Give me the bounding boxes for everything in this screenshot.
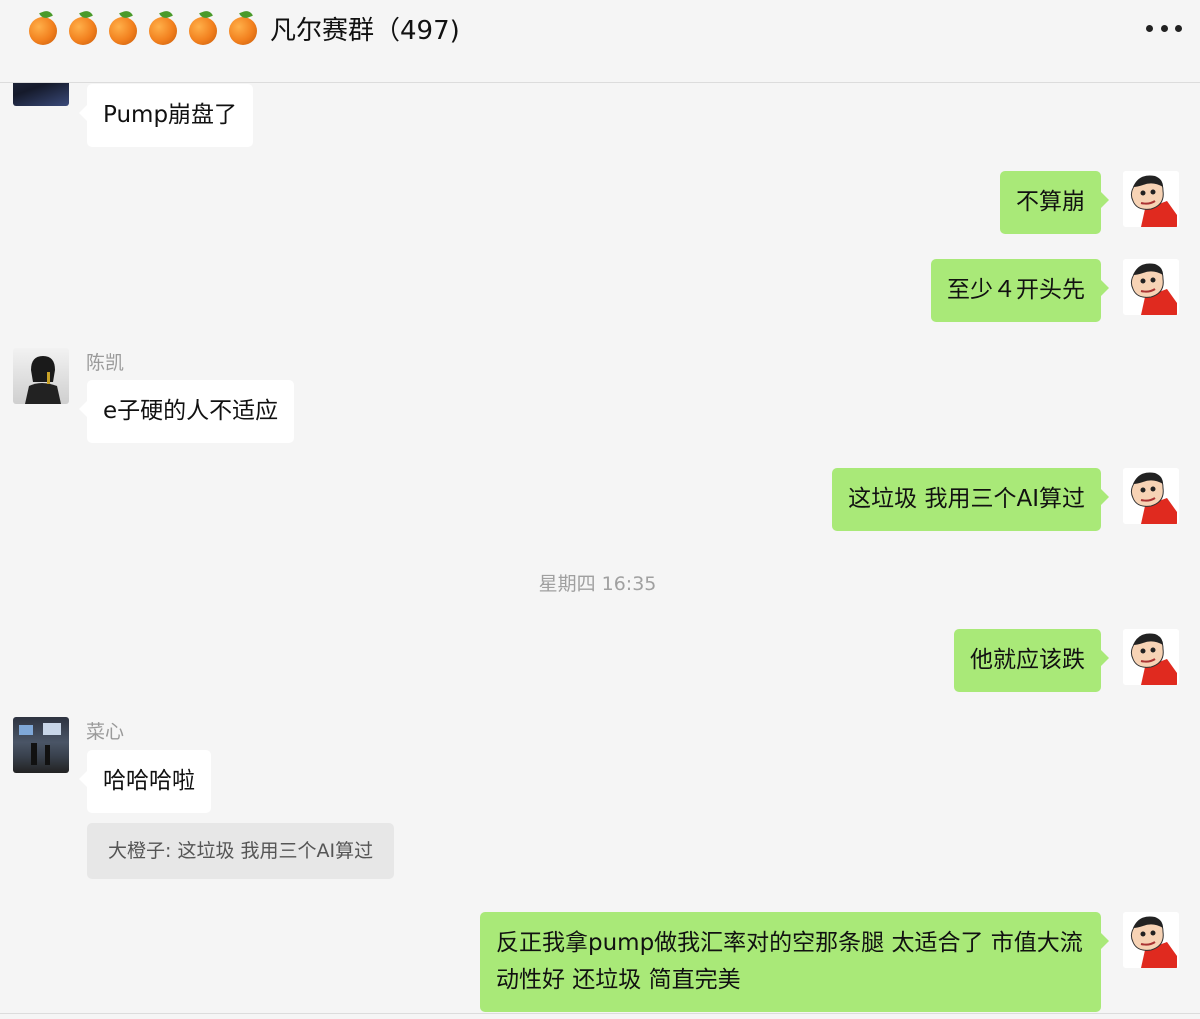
quoted-message[interactable]: 大橙子: 这垃圾 我用三个AI算过 <box>87 823 395 879</box>
message-bubble-outgoing: 不算崩 <box>1000 171 1109 234</box>
avatar[interactable] <box>1123 912 1179 968</box>
orange-emoji-icon <box>106 9 144 46</box>
cartoon-avatar-icon <box>1123 912 1179 968</box>
avatar[interactable] <box>13 717 69 773</box>
avatar[interactable] <box>1123 629 1179 685</box>
orange-emoji-row <box>26 9 264 46</box>
avatar[interactable] <box>1123 468 1179 524</box>
message-bubble-outgoing: 他就应该跌 <box>954 629 1109 692</box>
avatar[interactable] <box>1123 259 1179 315</box>
sender-name: 菜心 <box>86 721 125 743</box>
orange-emoji-icon <box>226 9 264 46</box>
avatar[interactable] <box>13 348 69 404</box>
chat-title-group: 凡尔赛群（497) <box>26 9 460 46</box>
message-bubble-outgoing: 反正我拿pump做我汇率对的空那条腿 太适合了 市值大流动性好 还垃圾 简直完美 <box>480 912 1109 1012</box>
orange-emoji-icon <box>26 9 64 46</box>
message-bubble-incoming: e子硬的人不适应 <box>78 380 295 443</box>
orange-emoji-icon <box>146 9 184 46</box>
orange-emoji-icon <box>186 9 224 46</box>
street-photo-icon <box>19 723 61 765</box>
message-bubble-outgoing: 这垃圾 我用三个AI算过 <box>832 468 1109 531</box>
message-bubble-incoming: Pump崩盘了 <box>78 84 254 147</box>
message-bubble-outgoing: 至少４开头先 <box>931 259 1109 322</box>
cartoon-avatar-icon <box>1123 259 1179 315</box>
cartoon-avatar-icon <box>1123 171 1179 227</box>
message-bubble-incoming: 哈哈哈啦 <box>79 750 211 813</box>
timestamp: 星期四 16:35 <box>538 573 657 595</box>
orange-emoji-icon <box>66 9 104 46</box>
input-divider <box>0 1013 1200 1014</box>
avatar[interactable] <box>1123 171 1179 227</box>
chat-header: 凡尔赛群（497) <box>0 0 1200 83</box>
helmet-figure-icon <box>25 356 61 404</box>
cartoon-avatar-icon <box>1123 629 1179 685</box>
sender-name: 陈凯 <box>86 352 125 374</box>
cartoon-avatar-icon <box>1123 468 1179 524</box>
chat-title: 凡尔赛群（497) <box>270 15 460 46</box>
more-icon[interactable] <box>1146 16 1182 40</box>
